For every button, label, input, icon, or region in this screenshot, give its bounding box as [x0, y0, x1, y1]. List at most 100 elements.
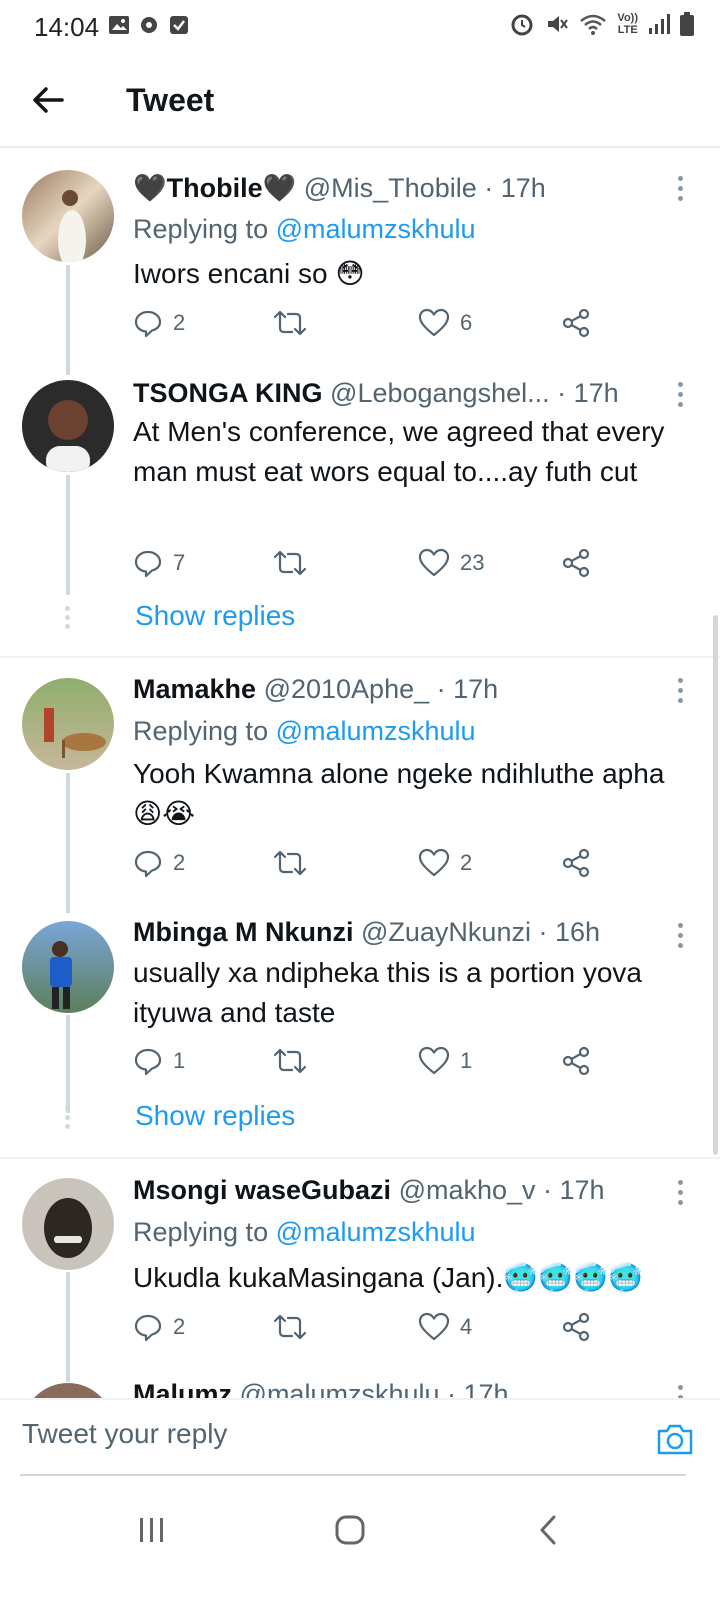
more-vertical-icon[interactable] [678, 176, 684, 206]
tweet-text: At Men's conference, we agreed that ever… [133, 416, 665, 487]
replying-to: Replying to @malumzskhulu [133, 716, 476, 746]
share-button[interactable] [561, 1312, 591, 1342]
reply-button[interactable]: 2 [133, 848, 185, 878]
display-name[interactable]: Msongi waseGubazi [133, 1175, 391, 1205]
handle-and-time[interactable]: @makho_v · 17h [399, 1175, 605, 1205]
reply-button[interactable]: 2 [133, 1312, 185, 1342]
heart-icon [418, 308, 450, 337]
retweet-button[interactable] [273, 1046, 317, 1076]
replying-to-link[interactable]: @malumzskhulu [276, 1217, 476, 1247]
display-name[interactable]: 🖤Thobile🖤 [133, 173, 296, 203]
tweet-author-row[interactable]: TSONGA KING @Lebogangshel... · 17h [133, 378, 672, 409]
reply-button[interactable]: 2 [133, 308, 185, 338]
avatar-photo [46, 400, 90, 472]
top-app-bar: Tweet [0, 52, 720, 148]
replying-to-link[interactable]: @malumzskhulu [276, 716, 476, 746]
avatar-photo [44, 1198, 92, 1258]
display-name[interactable]: TSONGA KING [133, 378, 323, 408]
tweet-author-row[interactable]: Msongi waseGubazi @makho_v · 17h [133, 1175, 672, 1206]
camera-icon[interactable] [656, 1422, 694, 1456]
handle-and-time[interactable]: @2010Aphe_ · 17h [264, 674, 499, 704]
reply-tweet[interactable]: 🖤Thobile🖤 @Mis_Thobile · 17h Replying to… [0, 150, 720, 375]
reply-count: 2 [173, 850, 186, 875]
reply-tweet[interactable]: Mbinga M Nkunzi @ZuayNkunzi · 16h usuall… [0, 903, 720, 1158]
share-button[interactable] [561, 548, 591, 578]
retweet-button[interactable] [273, 1312, 317, 1342]
volte-lte-label: Vo)) LTE [617, 12, 638, 36]
retweet-icon [273, 550, 307, 576]
more-vertical-icon[interactable] [678, 1385, 684, 1398]
back-chevron-icon[interactable] [536, 1514, 560, 1546]
replying-to-link[interactable]: @malumzskhulu [276, 214, 476, 244]
speech-bubble-icon [134, 1314, 162, 1342]
avatar-photo [58, 190, 86, 262]
more-vertical-icon[interactable] [678, 678, 684, 708]
like-button[interactable]: 1 [418, 1046, 472, 1076]
handle-and-time[interactable]: @Mis_Thobile · 17h [304, 173, 546, 203]
show-replies-link[interactable]: Show replies [135, 600, 295, 632]
share-icon [562, 848, 590, 878]
like-button[interactable]: 2 [418, 848, 472, 878]
tweet-actions: 2 6 [133, 308, 603, 348]
like-count: 4 [460, 1314, 473, 1339]
scrollbar[interactable] [713, 615, 718, 1155]
tweet-author-row[interactable]: 🖤Thobile🖤 @Mis_Thobile · 17h [133, 172, 672, 204]
share-icon [562, 308, 590, 338]
replying-to: Replying to @malumzskhulu [133, 214, 476, 244]
more-vertical-icon[interactable] [678, 1180, 684, 1210]
recents-icon[interactable] [138, 1516, 166, 1544]
system-nav-bar [0, 1480, 720, 1600]
like-count: 23 [460, 550, 485, 575]
display-name[interactable]: Mamakhe [133, 674, 256, 704]
home-icon[interactable] [334, 1514, 366, 1546]
handle-and-time[interactable]: @ZuayNkunzi · 16h [361, 917, 600, 947]
retweet-button[interactable] [273, 848, 317, 878]
display-name[interactable]: Mbinga M Nkunzi [133, 917, 353, 947]
avatar[interactable] [22, 170, 114, 262]
show-replies-link[interactable]: Show replies [135, 1100, 295, 1132]
page-title: Tweet [126, 82, 215, 118]
avatar[interactable] [22, 1178, 114, 1270]
tweet-author-row[interactable]: Mamakhe @2010Aphe_ · 17h [133, 674, 672, 705]
reply-tweet[interactable]: Malumz @malumzskhulu · 17h [0, 1375, 720, 1398]
replying-to: Replying to @malumzskhulu [133, 1217, 476, 1247]
tweet-text: Yooh Kwamna alone ngeke ndihluthe apha😩😭 [133, 758, 665, 829]
avatar[interactable] [22, 678, 114, 770]
share-button[interactable] [561, 848, 591, 878]
avatar[interactable] [22, 380, 114, 472]
reply-tweet[interactable]: TSONGA KING @Lebogangshel... · 17h At Me… [0, 360, 720, 655]
status-time: 14:04 [34, 12, 100, 42]
like-button[interactable]: 6 [418, 308, 472, 338]
display-name[interactable]: Malumz [133, 1379, 232, 1398]
more-vertical-icon[interactable] [678, 923, 684, 953]
reply-button[interactable]: 1 [133, 1046, 185, 1076]
thread-line [66, 1272, 70, 1382]
tweet-reply-input[interactable] [22, 1418, 582, 1450]
reply-tweet[interactable]: Msongi waseGubazi @makho_v · 17h Replyin… [0, 1160, 720, 1382]
handle-and-time[interactable]: @Lebogangshel... · 17h [330, 378, 619, 408]
reply-tweet[interactable]: Mamakhe @2010Aphe_ · 17h Replying to @ma… [0, 658, 720, 913]
thread-line [66, 773, 70, 913]
tweet-author-row[interactable]: Malumz @malumzskhulu · 17h [133, 1379, 672, 1398]
handle-and-time[interactable]: @malumzskhulu · 17h [240, 1379, 509, 1398]
share-button[interactable] [561, 1046, 591, 1076]
avatar-photo [44, 708, 106, 758]
like-button[interactable]: 4 [418, 1312, 472, 1342]
like-count: 2 [460, 850, 473, 875]
share-button[interactable] [561, 308, 591, 338]
arrow-left-icon[interactable] [26, 78, 70, 122]
thread-gap-dots [65, 606, 71, 633]
avatar[interactable] [22, 921, 114, 1013]
reply-composer [0, 1398, 720, 1480]
speech-bubble-icon [134, 310, 162, 338]
avatar[interactable] [22, 1383, 114, 1398]
status-bar: 14:04 Vo)) LTE [0, 0, 720, 52]
thread-line [66, 1015, 70, 1113]
retweet-button[interactable] [273, 308, 317, 338]
more-vertical-icon[interactable] [678, 382, 684, 412]
like-button[interactable]: 23 [418, 548, 484, 578]
retweet-button[interactable] [273, 548, 317, 578]
tweet-author-row[interactable]: Mbinga M Nkunzi @ZuayNkunzi · 16h [133, 917, 672, 948]
reply-button[interactable]: 7 [133, 548, 185, 578]
tweet-actions: 2 4 [133, 1312, 603, 1352]
